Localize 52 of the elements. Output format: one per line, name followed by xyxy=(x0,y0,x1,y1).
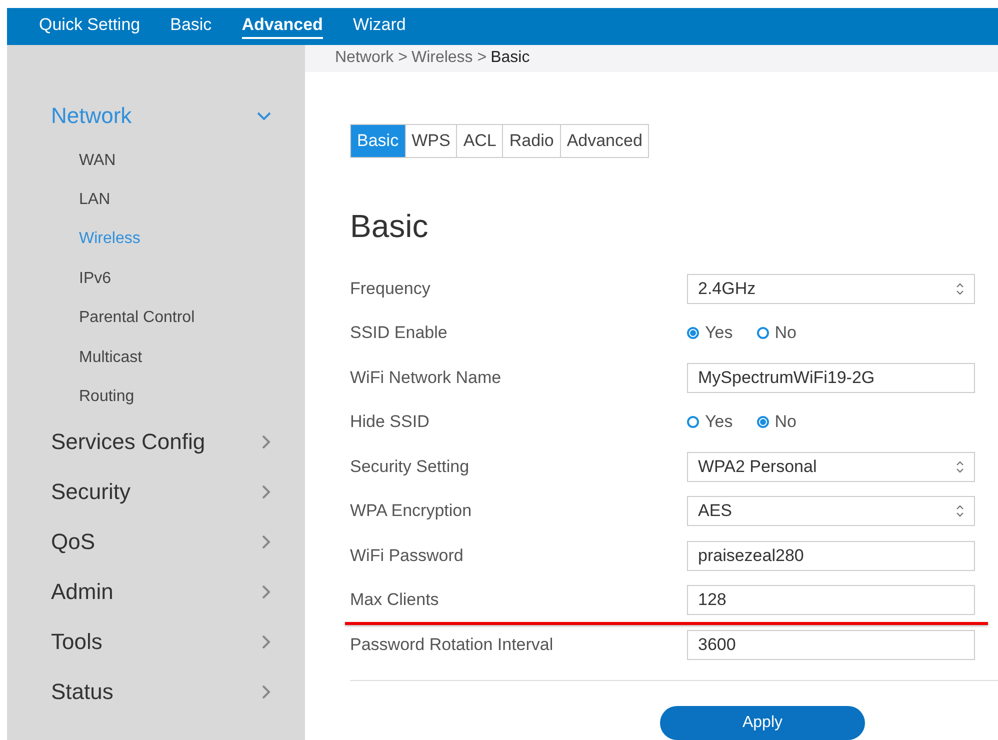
field-label: WiFi Network Name xyxy=(350,368,502,388)
sidebar-item[interactable]: Multicast xyxy=(79,338,305,378)
sidebar-section[interactable]: Services Config xyxy=(51,416,271,467)
radio-option[interactable]: Yes xyxy=(687,412,733,432)
field-label: Security Setting xyxy=(350,456,470,477)
chevron-right-icon xyxy=(262,484,271,499)
sidebar-section[interactable]: Admin xyxy=(51,566,271,617)
chevron-right-icon xyxy=(262,684,271,699)
field-label: WPA Encryption xyxy=(350,501,473,522)
select-field[interactable]: 2.4GHz xyxy=(687,274,975,304)
sidebar-item[interactable]: LAN xyxy=(79,180,305,220)
top-nav-link[interactable]: Quick Setting xyxy=(39,14,140,38)
chevron-right-icon xyxy=(262,634,271,649)
section-heading: Basic xyxy=(350,208,430,244)
input-field[interactable]: 128 xyxy=(687,585,975,616)
input-field[interactable]: MySpectrumWiFi19-2G xyxy=(687,362,975,393)
up-down-chevron-icon xyxy=(956,460,964,474)
tab[interactable]: Basic xyxy=(351,124,405,156)
up-down-chevron-icon xyxy=(956,282,964,296)
top-nav-link[interactable]: Basic xyxy=(170,14,212,38)
top-nav-link[interactable]: Advanced xyxy=(242,14,323,38)
radio-option[interactable]: No xyxy=(756,412,796,432)
field-label: SSID Enable xyxy=(350,323,448,344)
chevron-right-icon xyxy=(262,434,271,449)
breadcrumb-current: Basic xyxy=(490,49,530,68)
sidebar-section[interactable]: QoS xyxy=(51,516,271,567)
sidebar-item[interactable]: Routing xyxy=(79,377,305,417)
sidebar-item[interactable]: Parental Control xyxy=(79,298,305,338)
select-field[interactable]: WPA2 Personal xyxy=(687,452,975,482)
sidebar-item[interactable]: WAN xyxy=(79,141,305,180)
sidebar-section[interactable]: Status xyxy=(51,666,271,717)
field-label: Hide SSID xyxy=(350,412,430,432)
field-label: Password Rotation Interval xyxy=(350,634,554,655)
select-field[interactable]: AES xyxy=(687,496,975,526)
radio-option[interactable]: No xyxy=(756,323,796,344)
input-field[interactable]: 3600 xyxy=(687,630,975,660)
input-field[interactable]: praisezeal280 xyxy=(687,540,975,571)
breadcrumb-link[interactable]: Network > xyxy=(335,49,408,68)
field-label: WiFi Password xyxy=(350,546,464,566)
radio-option[interactable]: Yes xyxy=(687,323,733,344)
sidebar-item[interactable]: IPv6 xyxy=(79,259,305,299)
field-label: Max Clients xyxy=(350,590,440,610)
up-down-chevron-icon xyxy=(956,504,964,518)
top-nav-link[interactable]: Wizard xyxy=(352,14,406,38)
sidebar-section[interactable]: Tools xyxy=(51,616,271,667)
chevron-right-icon xyxy=(262,534,271,549)
breadcrumb-link[interactable]: Wireless > xyxy=(411,49,487,68)
sidebar-section[interactable]: Security xyxy=(51,466,271,517)
chevron-right-icon xyxy=(262,584,271,599)
apply-button[interactable]: Apply xyxy=(660,706,865,740)
field-label: Frequency xyxy=(350,278,432,299)
chevron-down-icon xyxy=(257,112,271,120)
